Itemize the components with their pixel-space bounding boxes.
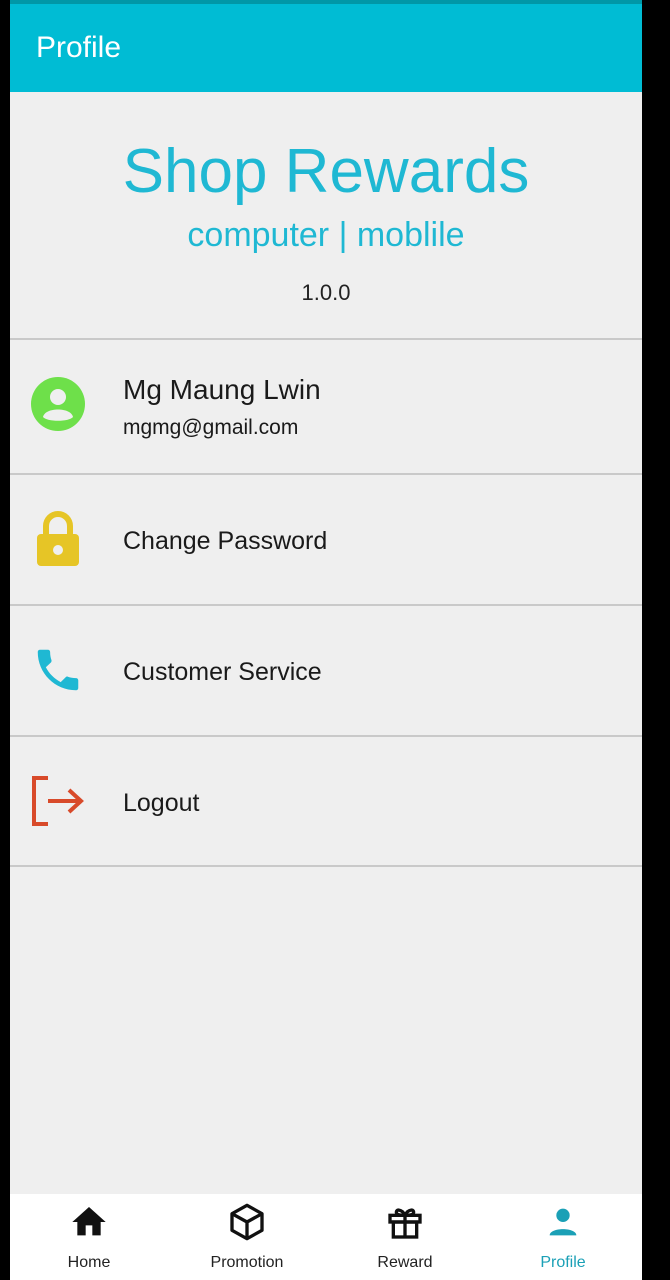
brand-header: Shop Rewards computer | moblile 1.0.0 [10,92,642,339]
change-password-label: Change Password [123,527,328,555]
app-version: 1.0.0 [301,280,351,305]
customer-service-label: Customer Service [123,658,322,686]
package-icon [227,1202,267,1242]
user-email: mgmg@gmail.com [123,416,299,439]
nav-home[interactable]: Home [10,1194,168,1280]
nav-promotion[interactable]: Promotion [168,1194,326,1280]
logout-icon [30,773,86,829]
change-password-item[interactable]: Change Password [10,475,642,604]
home-icon [69,1202,109,1242]
user-profile-row[interactable]: Mg Maung Lwin mgmg@gmail.com [10,340,642,473]
bottom-navigation: Home Promotion Reward Profile [10,1194,642,1280]
nav-home-label: Home [67,1254,111,1271]
brand-title: Shop Rewards [122,137,530,206]
app-bar-title: Profile [36,31,122,64]
brand-subtitle: computer | moblile [187,216,465,254]
nav-reward[interactable]: Reward [326,1194,484,1280]
user-name: Mg Maung Lwin [123,374,321,405]
customer-service-item[interactable]: Customer Service [10,606,642,735]
lock-icon [30,511,86,567]
nav-promotion-label: Promotion [210,1254,284,1271]
nav-profile-label: Profile [540,1254,586,1271]
nav-profile[interactable]: Profile [484,1194,642,1280]
nav-reward-label: Reward [377,1254,433,1271]
phone-icon [30,642,86,698]
profile-screen: Profile Shop Rewards computer | moblile … [10,0,642,1280]
divider [10,865,642,867]
person-icon [543,1202,583,1242]
account-circle-icon [30,376,86,432]
gift-icon [385,1202,425,1242]
logout-item[interactable]: Logout [10,737,642,865]
app-bar: Profile [10,4,642,92]
logout-label: Logout [123,789,200,817]
